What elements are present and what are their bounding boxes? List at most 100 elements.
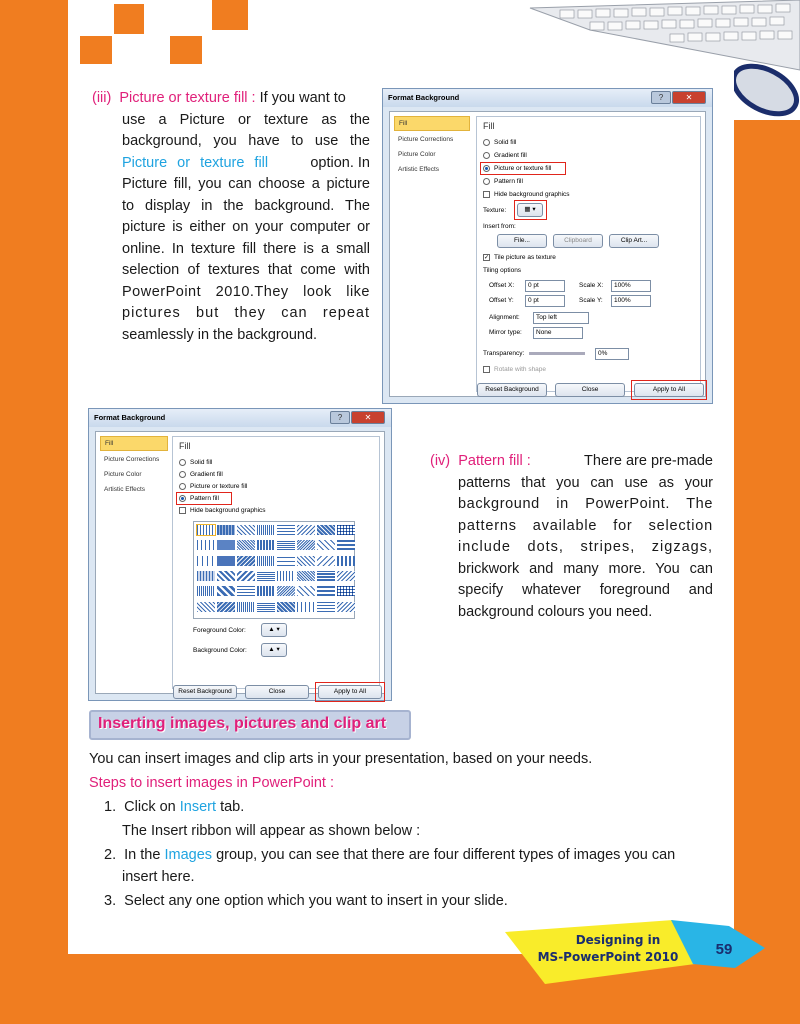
pattern-swatch[interactable]	[257, 540, 275, 551]
pattern-gallery[interactable]	[193, 521, 355, 619]
panel-heading: Fill	[483, 121, 495, 131]
pattern-swatch[interactable]	[317, 540, 335, 551]
pattern-swatch[interactable]	[197, 570, 215, 581]
pattern-swatch[interactable]	[337, 555, 355, 566]
pattern-swatch[interactable]	[197, 586, 215, 597]
decor-square	[114, 4, 144, 34]
highlight-box	[480, 162, 566, 175]
pattern-swatch[interactable]	[217, 570, 235, 581]
pattern-swatch[interactable]	[217, 540, 235, 551]
pattern-swatch[interactable]	[257, 586, 275, 597]
pattern-swatch[interactable]	[297, 570, 315, 581]
pattern-swatch[interactable]	[237, 540, 255, 551]
nav-item-fill[interactable]: Fill	[394, 116, 470, 131]
pattern-swatch[interactable]	[277, 601, 295, 612]
pattern-swatch[interactable]	[197, 540, 215, 551]
pattern-swatch[interactable]	[257, 601, 275, 612]
radio-pattern-fill[interactable]: Pattern fill	[483, 178, 523, 185]
nav-item-picture-corrections[interactable]: Picture Corrections	[100, 453, 168, 466]
radio-gradient-fill[interactable]: Gradient fill	[483, 152, 527, 159]
foreground-color-label: Foreground Color:	[193, 627, 246, 634]
pattern-swatch[interactable]	[337, 586, 355, 597]
checkbox-hide-background[interactable]: Hide background graphics	[179, 507, 266, 514]
pattern-swatch[interactable]	[297, 586, 315, 597]
transparency-input[interactable]: 0%	[595, 348, 629, 360]
close-button[interactable]: Close	[555, 383, 625, 397]
nav-item-picture-corrections[interactable]: Picture Corrections	[394, 133, 470, 146]
help-icon[interactable]: ?	[651, 91, 671, 104]
pattern-swatch[interactable]	[197, 555, 215, 566]
pattern-swatch[interactable]	[237, 601, 255, 612]
pattern-swatch[interactable]	[337, 540, 355, 551]
pattern-swatch[interactable]	[277, 570, 295, 581]
pattern-swatch[interactable]	[217, 586, 235, 597]
pattern-swatch[interactable]	[196, 524, 216, 536]
text-line: PowerPoint 2010.They look like	[122, 283, 370, 300]
radio-solid-fill[interactable]: Solid fill	[179, 459, 212, 466]
nav-item-artistic-effects[interactable]: Artistic Effects	[394, 163, 470, 176]
pattern-swatch[interactable]	[317, 555, 335, 566]
offset-y-input[interactable]: 0 pt	[525, 295, 565, 307]
pattern-swatch[interactable]	[217, 555, 235, 566]
pattern-swatch[interactable]	[297, 540, 315, 551]
pattern-swatch[interactable]	[257, 555, 275, 566]
highlight-box	[631, 380, 707, 400]
radio-gradient-fill[interactable]: Gradient fill	[179, 471, 223, 478]
nav-item-picture-color[interactable]: Picture Color	[394, 148, 470, 161]
pattern-swatch[interactable]	[237, 555, 255, 566]
radio-picture-texture-fill[interactable]: Picture or texture fill	[179, 483, 247, 490]
checkbox-rotate-with-shape[interactable]: Rotate with shape	[483, 366, 546, 373]
nav-item-fill[interactable]: Fill	[100, 436, 168, 451]
pattern-swatch[interactable]	[317, 601, 335, 612]
scale-x-input[interactable]: 100%	[611, 280, 651, 292]
pattern-swatch[interactable]	[277, 540, 295, 551]
pattern-swatch[interactable]	[317, 586, 335, 597]
radio-solid-fill[interactable]: Solid fill	[483, 139, 516, 146]
checkbox-icon	[483, 366, 490, 373]
nav-item-picture-color[interactable]: Picture Color	[100, 468, 168, 481]
close-icon[interactable]: ✕	[672, 91, 706, 104]
alignment-select[interactable]: Top left	[533, 312, 589, 324]
pattern-swatch[interactable]	[317, 570, 335, 581]
field-label: Offset Y:	[489, 297, 514, 304]
nav-item-artistic-effects[interactable]: Artistic Effects	[100, 483, 168, 496]
close-button[interactable]: Close	[245, 685, 309, 699]
pattern-swatch[interactable]	[317, 525, 335, 535]
pattern-swatch[interactable]	[277, 586, 295, 597]
pattern-swatch[interactable]	[237, 570, 255, 581]
help-icon[interactable]: ?	[330, 411, 350, 424]
pattern-swatch[interactable]	[237, 525, 255, 535]
pattern-swatch[interactable]	[337, 601, 355, 612]
close-icon[interactable]: ✕	[351, 411, 385, 424]
pattern-swatch[interactable]	[197, 601, 215, 612]
pattern-swatch[interactable]	[297, 601, 315, 612]
transparency-slider[interactable]	[529, 352, 585, 355]
pattern-swatch[interactable]	[217, 601, 235, 612]
footer-title-line2: MS-PowerPoint 2010	[537, 950, 679, 964]
pattern-swatch[interactable]	[277, 525, 295, 535]
text-highlight: Images	[164, 847, 213, 863]
pattern-swatch[interactable]	[257, 525, 275, 535]
clip-art-button[interactable]: Clip Art...	[609, 234, 659, 248]
checkbox-tile-picture[interactable]: ✓ Tile picture as texture	[483, 254, 556, 261]
pattern-swatch[interactable]	[297, 525, 315, 535]
file-button[interactable]: File...	[497, 234, 547, 248]
checkbox-hide-background[interactable]: Hide background graphics	[483, 191, 570, 198]
pattern-swatch[interactable]	[337, 525, 355, 535]
pattern-swatch[interactable]	[237, 586, 255, 597]
pattern-swatch[interactable]	[257, 570, 275, 581]
background-color-picker[interactable]: ▲ ▾	[261, 643, 287, 657]
clipboard-button[interactable]: Clipboard	[553, 234, 603, 248]
pattern-swatch[interactable]	[217, 525, 235, 535]
scale-y-input[interactable]: 100%	[611, 295, 651, 307]
offset-x-input[interactable]: 0 pt	[525, 280, 565, 292]
page-number: 59	[715, 941, 733, 958]
pattern-swatch[interactable]	[277, 555, 295, 566]
window-controls: ? ✕	[651, 91, 706, 104]
mirror-type-select[interactable]: None	[533, 327, 583, 339]
pattern-swatch[interactable]	[337, 570, 355, 581]
reset-background-button[interactable]: Reset Background	[173, 685, 237, 699]
foreground-color-picker[interactable]: ▲ ▾	[261, 623, 287, 637]
pattern-swatch[interactable]	[297, 555, 315, 566]
reset-background-button[interactable]: Reset Background	[477, 383, 547, 397]
